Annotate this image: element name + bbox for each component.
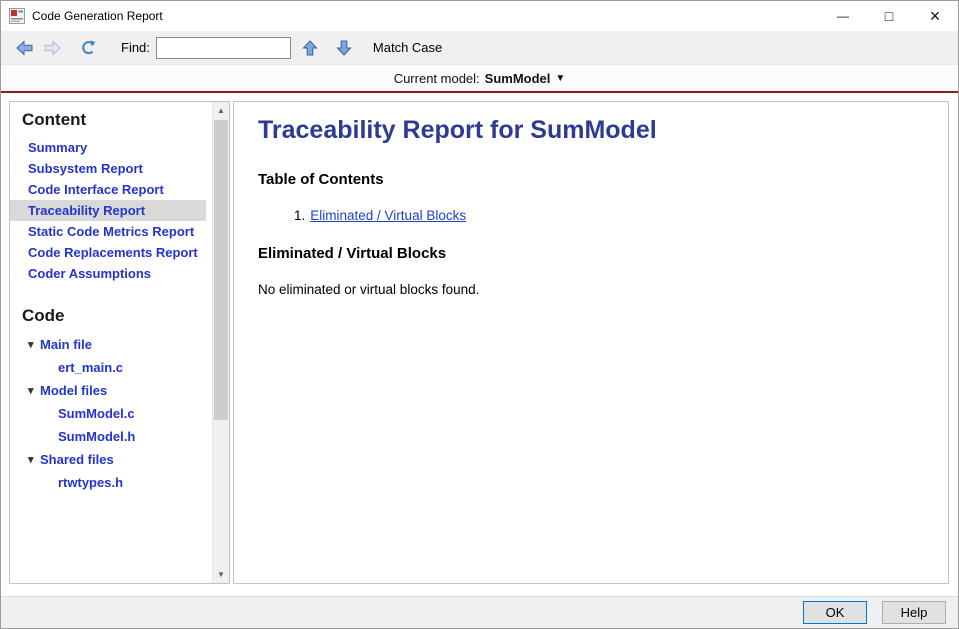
title-bar: Code Generation Report — □ ×: [1, 1, 958, 31]
app-icon: [9, 8, 25, 24]
tree-file-ert-main-c[interactable]: ert_main.c: [10, 356, 212, 379]
match-case-toggle[interactable]: Match Case: [373, 40, 442, 55]
maximize-button[interactable]: □: [866, 1, 912, 31]
sidebar-item-static-code-metrics-report[interactable]: Static Code Metrics Report: [10, 221, 206, 242]
tree-file-summodel-h[interactable]: SumModel.h: [10, 425, 212, 448]
report-content-pane: Traceability Report for SumModel Table o…: [233, 101, 949, 584]
toc-heading: Table of Contents: [258, 171, 928, 188]
ok-button[interactable]: OK: [803, 601, 867, 624]
window-title: Code Generation Report: [32, 9, 163, 23]
sidebar-scrollbar[interactable]: ▲ ▼: [212, 102, 229, 583]
section-body-text: No eliminated or virtual blocks found.: [258, 282, 928, 297]
tree-group-label: Main file: [40, 337, 92, 352]
find-next-icon[interactable]: [331, 35, 357, 61]
tree-group-label: Model files: [40, 383, 107, 398]
footer-bar: OK Help: [1, 596, 958, 628]
tree-group-model-files[interactable]: ▾ Model files: [10, 379, 212, 402]
toc-link-eliminated-virtual-blocks[interactable]: Eliminated / Virtual Blocks: [310, 208, 466, 223]
scroll-up-icon[interactable]: ▲: [213, 102, 229, 119]
tree-expanded-icon[interactable]: ▾: [28, 384, 40, 397]
find-previous-icon[interactable]: [297, 35, 323, 61]
refresh-icon[interactable]: [75, 35, 101, 61]
find-label: Find:: [121, 40, 150, 55]
sidebar-item-summary[interactable]: Summary: [10, 137, 206, 158]
tree-group-shared-files[interactable]: ▾ Shared files: [10, 448, 212, 471]
toc-item: 1. Eliminated / Virtual Blocks: [294, 208, 928, 223]
sidebar-item-code-interface-report[interactable]: Code Interface Report: [10, 179, 206, 200]
sidebar-item-code-replacements-report[interactable]: Code Replacements Report: [10, 242, 206, 263]
report-body: Content Summary Subsystem Report Code In…: [1, 93, 958, 596]
current-model-label: Current model:: [394, 71, 480, 86]
current-model-bar: Current model: SumModel ▼: [1, 65, 958, 91]
toc-item-number: 1.: [294, 208, 305, 223]
content-heading: Content: [10, 110, 212, 130]
help-button[interactable]: Help: [882, 601, 946, 624]
window-controls: — □ ×: [820, 1, 958, 31]
tree-file-rtwtypes-h[interactable]: rtwtypes.h: [10, 471, 212, 494]
find-input[interactable]: [156, 37, 291, 59]
sidebar-item-traceability-report[interactable]: Traceability Report: [10, 200, 206, 221]
tree-expanded-icon[interactable]: ▾: [28, 453, 40, 466]
back-icon[interactable]: [11, 35, 37, 61]
minimize-button[interactable]: —: [820, 1, 866, 31]
navigation-pane: Content Summary Subsystem Report Code In…: [9, 101, 230, 584]
forward-icon[interactable]: [39, 35, 65, 61]
toolbar: Find: Match Case: [1, 31, 958, 65]
chevron-down-icon: ▼: [555, 73, 565, 84]
scroll-down-icon[interactable]: ▼: [213, 566, 229, 583]
tree-group-label: Shared files: [40, 452, 114, 467]
code-heading: Code: [10, 306, 212, 326]
current-model-dropdown[interactable]: SumModel ▼: [485, 71, 566, 86]
tree-file-summodel-c[interactable]: SumModel.c: [10, 402, 212, 425]
section-heading: Eliminated / Virtual Blocks: [258, 245, 928, 262]
sidebar-item-coder-assumptions[interactable]: Coder Assumptions: [10, 263, 206, 284]
tree-expanded-icon[interactable]: ▾: [28, 338, 40, 351]
page-title: Traceability Report for SumModel: [258, 116, 928, 145]
sidebar-item-subsystem-report[interactable]: Subsystem Report: [10, 158, 206, 179]
close-button[interactable]: ×: [912, 1, 958, 31]
current-model-name: SumModel: [485, 71, 551, 86]
scrollbar-thumb[interactable]: [214, 120, 228, 420]
tree-group-main-file[interactable]: ▾ Main file: [10, 333, 212, 356]
code-generation-report-window: Code Generation Report — □ × Find:: [0, 0, 959, 629]
